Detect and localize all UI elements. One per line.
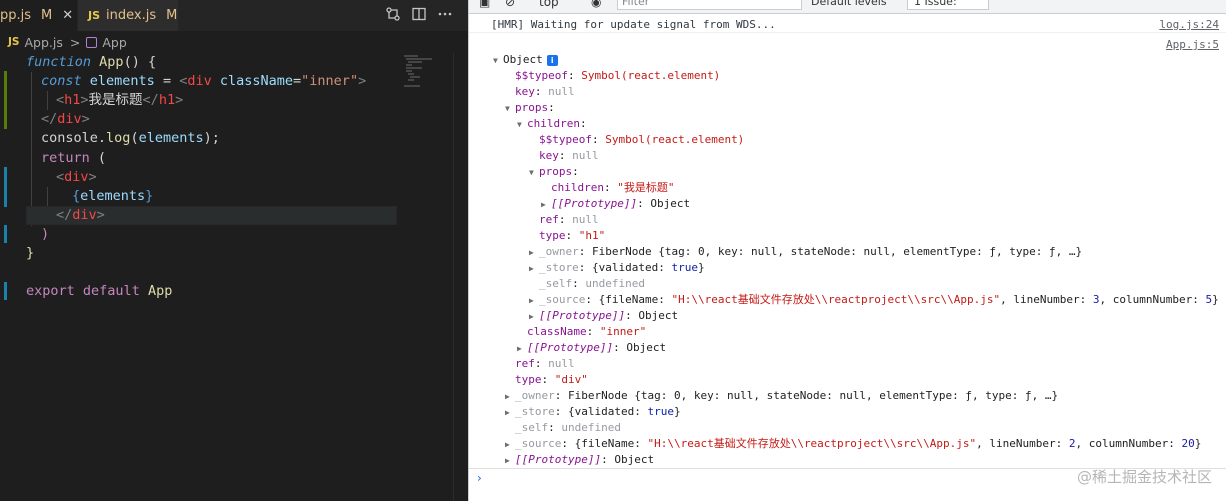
- modified-badge: M: [41, 8, 53, 23]
- tree-root[interactable]: ▼ Object i: [493, 52, 558, 68]
- tree-row-props[interactable]: ▼ props:: [505, 100, 555, 116]
- tree-row-owner[interactable]: ▶ _owner: FiberNode {tag: 0, key: null, s…: [529, 244, 1082, 260]
- minimap[interactable]: [400, 53, 450, 93]
- tree-row: ref: null: [515, 357, 575, 370]
- code-line-1: function App() {: [26, 54, 157, 70]
- close-icon[interactable]: ✕: [62, 8, 73, 23]
- code-line-7: <div>: [56, 169, 97, 185]
- tree-row-prototype[interactable]: ▶ [[Prototype]]: Object: [505, 452, 654, 468]
- breadcrumb: JS App.js > App: [0, 31, 468, 53]
- tree-row-props[interactable]: ▼ props:: [529, 164, 579, 180]
- tree-row: className: "inner": [527, 325, 647, 338]
- symbol-icon: [86, 36, 98, 48]
- git-modified-marker: [4, 225, 7, 243]
- tree-row: _self: undefined: [515, 421, 621, 434]
- tab-label: pp.js: [0, 8, 32, 23]
- tree-row: $$typeof: Symbol(react.element): [539, 133, 745, 146]
- issues-button[interactable]: 1 Issue:: [907, 0, 989, 10]
- tree-row: type: "div": [515, 373, 588, 386]
- js-file-icon: JS: [8, 36, 20, 48]
- code-line-4: </div>: [41, 111, 90, 127]
- code-line-3: <h1>我是标题</h1>: [56, 92, 184, 108]
- filter-input[interactable]: Filter: [617, 0, 802, 10]
- code-line-2: const elements = <div className="inner">: [41, 73, 367, 89]
- console-message: App.js:5: [469, 34, 1226, 53]
- tree-row: ref: null: [539, 213, 599, 226]
- sidebar-toggle-icon[interactable]: ▣: [479, 0, 490, 9]
- tree-row-source[interactable]: ▶ _source: {fileName: "H:\\react基础文件存放处\\…: [529, 292, 1219, 308]
- breadcrumb-file[interactable]: App.js: [24, 35, 62, 50]
- indent-guide: [47, 91, 48, 110]
- tab-label: index.js: [106, 8, 157, 23]
- clear-console-icon[interactable]: ⊘: [505, 0, 515, 9]
- git-modified-marker: [4, 167, 7, 207]
- code-line-13: export default App: [26, 283, 173, 299]
- eye-icon[interactable]: ◉: [591, 0, 601, 9]
- tree-row-owner[interactable]: ▶ _owner: FiberNode {tag: 0, key: null, s…: [505, 388, 1058, 404]
- console-toolbar: ▣ ⊘ top ◉ Filter Default levels 1 Issue:: [469, 0, 1226, 14]
- devtools-console: ▣ ⊘ top ◉ Filter Default levels 1 Issue:…: [468, 0, 1226, 501]
- tree-row-store[interactable]: ▶ _store: {validated: true}: [529, 260, 705, 276]
- context-selector[interactable]: top: [539, 0, 559, 9]
- tree-row: _self: undefined: [539, 277, 645, 290]
- tab-index-js[interactable]: JS index.js M: [78, 0, 178, 31]
- compare-changes-icon[interactable]: [384, 6, 402, 24]
- git-modified-marker: [4, 282, 7, 300]
- watermark: @稀土掘金技术社区: [1076, 468, 1212, 486]
- tree-row-prototype[interactable]: ▶ [[Prototype]]: Object: [517, 340, 666, 356]
- git-added-marker: [4, 71, 7, 129]
- source-link[interactable]: log.js:24: [1159, 18, 1219, 31]
- editor-scrollbar[interactable]: [453, 53, 467, 501]
- console-message: [HMR] Waiting for update signal from WDS…: [469, 14, 1226, 33]
- code-line-10: ): [41, 226, 50, 242]
- tree-row: children: "我是标题": [551, 181, 675, 194]
- indent-guide: [31, 72, 32, 226]
- modified-badge: M: [166, 8, 178, 23]
- prompt-caret-icon: ›: [477, 471, 482, 485]
- source-link[interactable]: App.js:5: [1166, 38, 1219, 51]
- tree-row: type: "h1": [539, 229, 606, 242]
- editor-tab-bar: pp.js M ✕ JS index.js M: [0, 0, 468, 31]
- more-actions-icon[interactable]: [436, 6, 454, 24]
- code-line-5: console.log(elements);: [41, 130, 220, 146]
- tree-row-source[interactable]: ▶ _source: {fileName: "H:\\react基础文件存放处\\…: [505, 436, 1201, 452]
- tree-row: key: null: [515, 85, 575, 98]
- breadcrumb-separator: >: [69, 34, 81, 50]
- tree-row: key: null: [539, 149, 599, 162]
- breadcrumb-symbol[interactable]: App: [102, 35, 126, 50]
- tree-row-prototype[interactable]: ▶ [[Prototype]]: Object: [541, 196, 690, 212]
- tree-row-store[interactable]: ▶ _store: {validated: true}: [505, 404, 681, 420]
- tree-row-prototype[interactable]: ▶ [[Prototype]]: Object: [529, 308, 678, 324]
- code-line-6: return (: [41, 150, 107, 166]
- log-levels-dropdown[interactable]: Default levels: [811, 0, 887, 8]
- tree-row-children[interactable]: ▼ children:: [517, 116, 587, 132]
- info-icon[interactable]: i: [546, 54, 558, 66]
- tree-row: $$typeof: Symbol(react.element): [515, 69, 721, 82]
- tab-app-js[interactable]: pp.js M ✕: [0, 0, 77, 31]
- split-editor-icon[interactable]: [410, 6, 428, 24]
- indent-guide: [47, 187, 48, 206]
- code-line-8: {elements}: [72, 188, 154, 204]
- code-editor: pp.js M ✕ JS index.js M JS App.js > App: [0, 0, 468, 501]
- js-file-icon: JS: [88, 9, 101, 22]
- code-line-9: </div>: [56, 207, 105, 223]
- code-line-11: }: [26, 245, 35, 261]
